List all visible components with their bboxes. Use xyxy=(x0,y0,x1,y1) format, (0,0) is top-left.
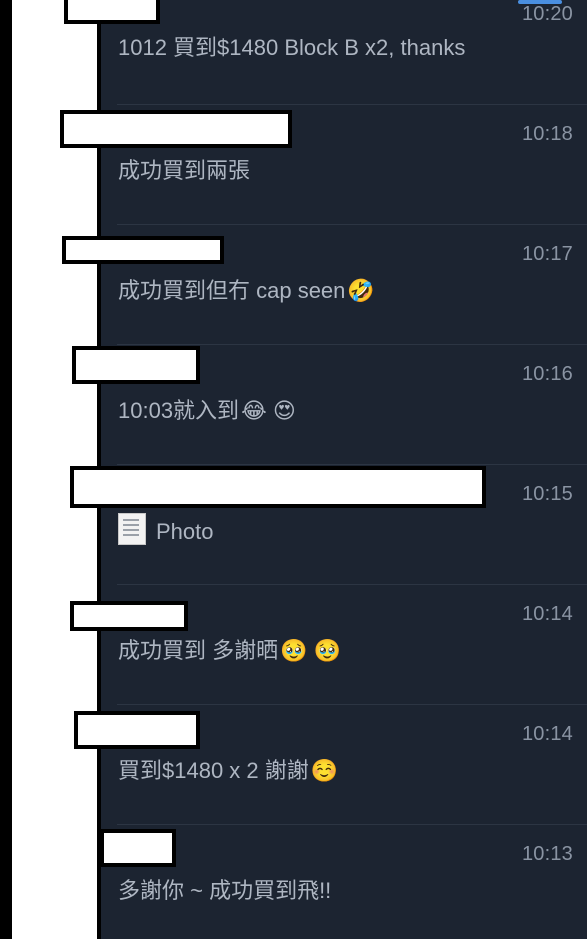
sender-name-redaction xyxy=(100,829,176,867)
message-text: 1012 買到$1480 Block B x2, thanks xyxy=(118,30,465,62)
message-text: 買到$1480 x 2 謝謝☺️ xyxy=(118,753,338,785)
message-item[interactable]: 10:20 1012 買到$1480 Block B x2, thanks xyxy=(101,0,587,105)
laughing-heart-eyes-emoji-icon: 😂 😍 xyxy=(241,398,296,423)
message-body: 成功買到兩張 xyxy=(118,158,251,183)
message-time: 10:20 xyxy=(521,3,573,25)
message-time: 10:14 xyxy=(521,603,573,625)
message-text: 10:03就入到😂 😍 xyxy=(118,393,296,425)
sender-name-redaction xyxy=(64,0,160,24)
message-body: 1012 買到$1480 Block B x2, thanks xyxy=(118,35,466,60)
rofl-emoji-icon: 🤣 xyxy=(347,278,375,303)
message-body: 10:03就入到 xyxy=(118,398,240,423)
message-time: 10:18 xyxy=(521,123,573,145)
message-time: 10:15 xyxy=(521,483,573,505)
sender-name-redaction xyxy=(62,236,224,264)
message-time: 10:13 xyxy=(521,843,573,865)
chat-screen: 10:20 1012 買到$1480 Block B x2, thanks 10… xyxy=(0,0,587,939)
message-body: 多謝你 ~ 成功買到飛!! xyxy=(118,878,332,903)
message-text[interactable]: Photo xyxy=(118,513,214,545)
left-frame xyxy=(0,0,12,939)
sender-name-redaction xyxy=(72,346,200,384)
sender-name-redaction xyxy=(70,601,188,631)
smiling-face-emoji-icon: ☺️ xyxy=(310,758,339,783)
message-text: 成功買到但冇 cap seen🤣 xyxy=(118,273,375,305)
photo-label[interactable]: Photo xyxy=(156,519,214,544)
sender-name-redaction xyxy=(60,110,292,148)
message-body: 買到$1480 x 2 謝謝 xyxy=(118,758,309,783)
message-time: 10:16 xyxy=(521,363,573,385)
message-text: 成功買到兩張 xyxy=(118,153,250,185)
sender-name-redaction xyxy=(70,466,486,508)
message-time: 10:14 xyxy=(521,723,573,745)
message-time: 10:17 xyxy=(521,243,573,265)
message-text: 成功買到 多謝晒🥹 🥹 xyxy=(118,633,341,665)
message-body: 成功買到但冇 cap seen xyxy=(118,278,346,303)
sender-name-redaction xyxy=(74,711,200,749)
pleading-face-emoji-icon: 🥹 🥹 xyxy=(280,638,342,663)
message-body: 成功買到 多謝晒 xyxy=(118,638,279,663)
message-text: 多謝你 ~ 成功買到飛!! xyxy=(118,873,331,905)
photo-thumbnail-icon[interactable] xyxy=(118,513,146,545)
